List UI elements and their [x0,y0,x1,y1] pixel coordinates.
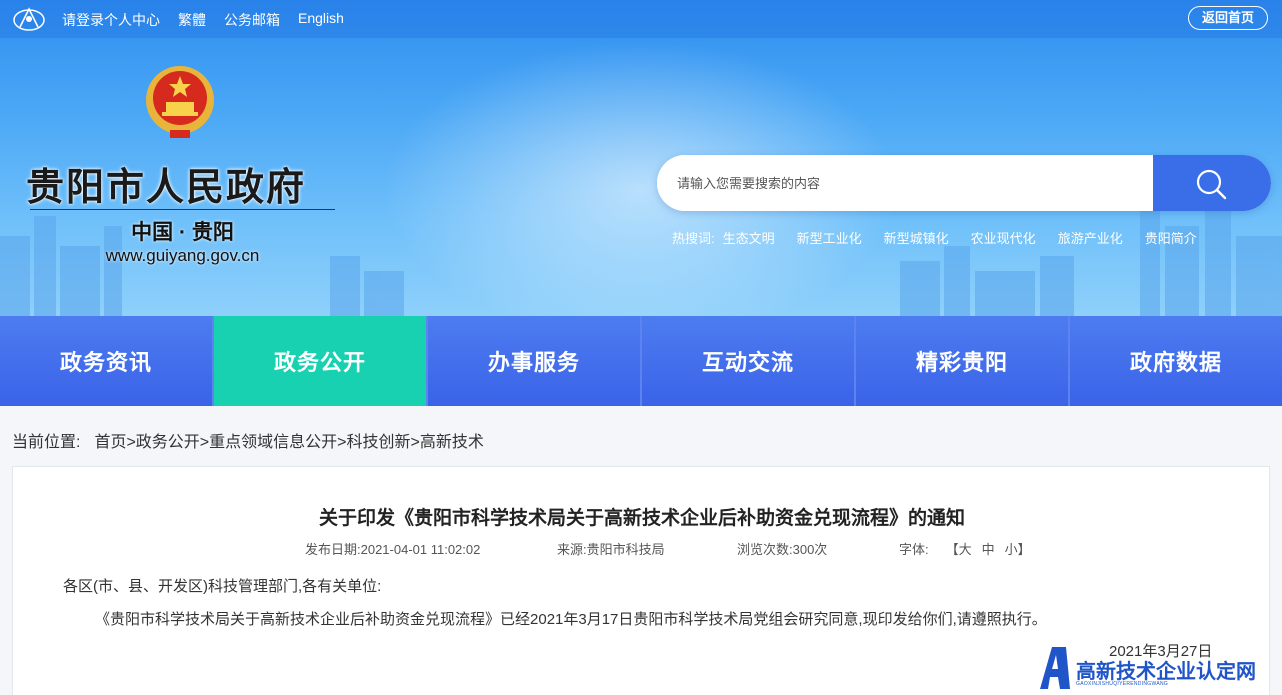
nav-item-interaction[interactable]: 互动交流 [642,316,856,406]
watermark: 高新技术企业认定网 GAOXINJISHUQIYERENDINGWANG [1036,645,1282,695]
site-logo-icon[interactable] [12,5,46,33]
article-title: 关于印发《贵阳市科学技术局关于高新技术企业后补助资金兑现流程》的通知 [318,508,965,529]
breadcrumb-label: 当前位置: [12,434,81,451]
site-header: 请登录 个人中心 繁體 公务邮箱 English 返回首页 贵阳市人民政府 中国… [0,0,1282,316]
title-divider [30,209,335,210]
nav-item-gov-open[interactable]: 政务公开 [214,316,428,406]
breadcrumb-path[interactable]: 首页>政务公开>重点领域信息公开>科技创新>高新技术 [94,428,483,452]
search-icon [1196,169,1227,200]
national-emblem-icon [146,66,214,138]
main-nav: 政务资讯 政务公开 办事服务 互动交流 精彩贵阳 政府数据 [0,316,1282,406]
article-meta: 发布日期:2021-04-01 11:02:02 来源:贵阳市科技局 浏览次数:… [305,539,1036,558]
hotword-link[interactable]: 新型城镇化 [884,228,949,247]
publish-date: 发布日期:2021-04-01 11:02:02 [305,542,481,557]
nav-item-gov-data[interactable]: 政府数据 [1070,316,1282,406]
nav-item-services[interactable]: 办事服务 [428,316,642,406]
nav-item-gov-news[interactable]: 政务资讯 [0,316,214,406]
hot-search-words: 热搜词: 生态文明 新型工业化 新型城镇化 农业现代化 旅游产业化 贵阳简介 [672,228,1197,247]
article-source: 来源:贵阳市科技局 [557,542,665,557]
traditional-chinese-link[interactable]: 繁體 [178,10,206,30]
watermark-logo-icon [1040,647,1070,689]
hotword-link[interactable]: 农业现代化 [971,228,1036,247]
font-medium-button[interactable]: 中 [982,539,995,558]
hotword-link[interactable]: 生态文明 [723,228,775,247]
return-home-button[interactable]: 返回首页 [1188,6,1268,30]
site-subtitle: 中国 · 贵阳 [131,221,234,244]
search-button[interactable] [1153,155,1271,211]
hotwords-label: 热搜词: [672,231,715,246]
login-link[interactable]: 请登录 [62,10,104,30]
breadcrumb: 当前位置: 首页>政务公开>重点领域信息公开>科技创新>高新技术 [12,428,484,452]
font-small-button[interactable]: 小】 [1005,539,1031,558]
font-large-button[interactable]: 【大 [946,539,972,558]
hotword-link[interactable]: 新型工业化 [797,228,862,247]
watermark-subtext: GAOXINJISHUQIYERENDINGWANG [1076,681,1169,687]
search-box [657,155,1271,211]
gov-mail-link[interactable]: 公务邮箱 [224,10,280,30]
article-body: 《贵阳市科学技术局关于高新技术企业后补助资金兑现流程》已经2021年3月17日贵… [95,611,1047,628]
site-url: www.guiyang.gov.cn [105,246,260,265]
watermark-text: 高新技术企业认定网 [1076,661,1256,683]
site-title: 贵阳市人民政府 [26,165,307,209]
top-links: 请登录 个人中心 繁體 公务邮箱 English [62,10,344,30]
font-size-label: 字体: [899,542,929,557]
english-link[interactable]: English [298,10,344,30]
user-center-link[interactable]: 个人中心 [104,10,160,30]
hotword-link[interactable]: 旅游产业化 [1058,228,1123,247]
article-salutation: 各区(市、县、开发区)科技管理部门,各有关单位: [63,578,382,595]
top-bar: 请登录 个人中心 繁體 公务邮箱 English 返回首页 [0,0,1282,38]
view-count: 浏览次数:300次 [737,542,828,557]
hotword-link[interactable]: 贵阳简介 [1145,228,1197,247]
nav-item-guiyang[interactable]: 精彩贵阳 [856,316,1070,406]
search-input[interactable] [657,155,1153,211]
